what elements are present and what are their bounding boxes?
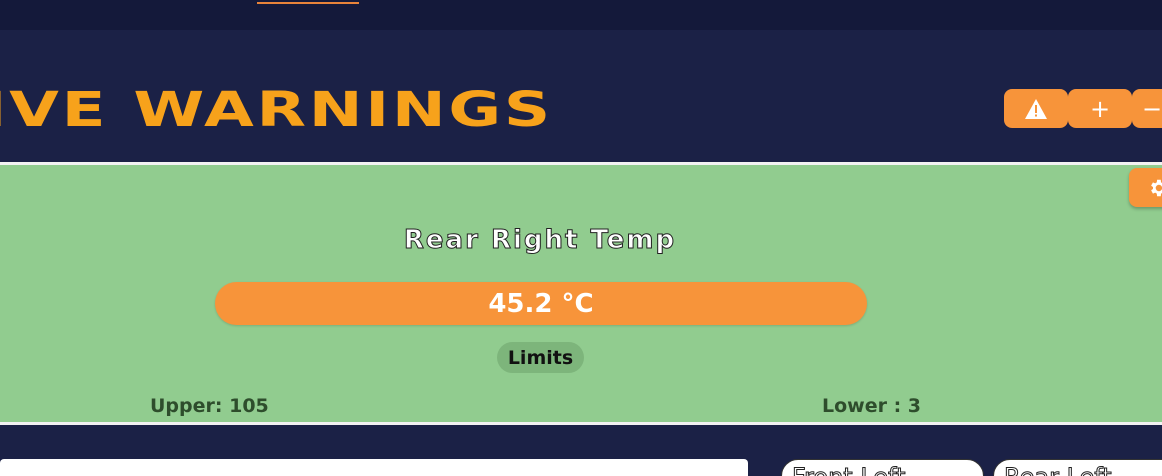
upper-limit: Upper: 105 (150, 395, 269, 417)
top-nav-bar (0, 0, 1162, 30)
tab-rear-left[interactable]: Rear Left (993, 459, 1162, 476)
settings-button[interactable] (1129, 168, 1162, 207)
lower-limit: Lower : 3 (822, 395, 922, 417)
sensor-name: Rear Right Temp (403, 225, 677, 256)
sensor-value: 45.2 °C (488, 288, 594, 319)
sensor-value-bar: 45.2 °C (215, 282, 867, 325)
minus-icon: − (1142, 94, 1162, 123)
bottom-card (0, 459, 748, 476)
page-title: TIVE WARNINGS (0, 82, 553, 138)
gear-icon (1151, 179, 1162, 196)
plus-icon: + (1089, 94, 1111, 123)
warning-triangle-icon (1025, 98, 1047, 119)
active-nav-indicator (257, 2, 359, 4)
divider (0, 422, 1162, 425)
page: TIVE WARNINGS + − Rear Right Temp 45.2 °… (0, 0, 1162, 476)
tab-front-left[interactable]: Front Left (781, 459, 984, 476)
limits-badge: Limits (497, 342, 584, 373)
add-button[interactable]: + (1068, 89, 1132, 128)
remove-button[interactable]: − (1132, 89, 1162, 128)
limits-label: Limits (507, 346, 574, 369)
warnings-button[interactable] (1004, 89, 1068, 128)
